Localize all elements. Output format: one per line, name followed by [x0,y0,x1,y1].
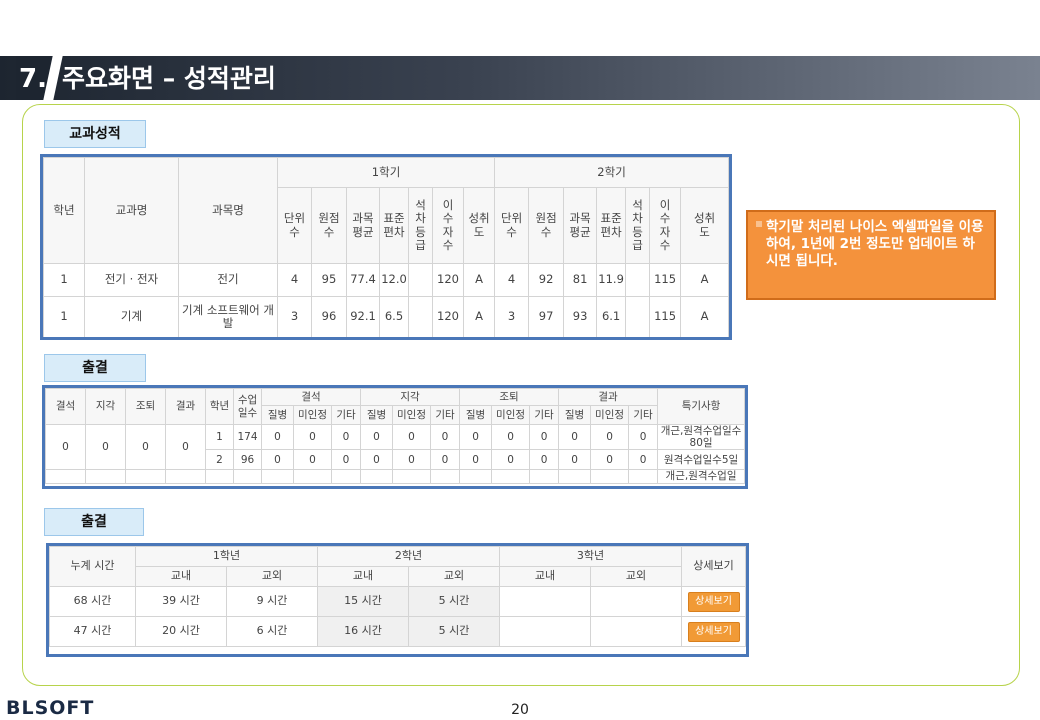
sub-header: 단위 수 [494,187,530,264]
sub-header: 석 차 등 급 [625,187,651,264]
sub-header: 성취 도 [680,187,729,264]
section-label-attendance-2: 출결 [44,508,144,536]
volunteer-hours-table: 누계 시간 1학년 2학년 3학년 상세보기 교내 교외 교내 교외 교내 교외 68… [49,546,746,647]
header-semester-1: 1학기 [276,157,496,188]
detail-button[interactable]: 상세보기 [687,621,740,642]
sub-header: 원점 수 [528,187,565,264]
table-row: 1 기계 기계 소프트웨어 개발 3 96 92.1 6.5 120 A 3 9… [43,296,729,337]
info-note: 학기말 처리된 나이스 엑셀파일을 이용하여, 1년에 2번 정도만 업데이트 … [746,210,996,300]
sub-header: 표준 편차 [596,187,627,264]
sub-header: 원점 수 [311,187,347,264]
table-row: 1 전기 · 전자 전기 4 95 77.4 12.0 120 A 4 92 8… [43,263,729,297]
table-row: 0 0 0 0 1 174 000 000 000 000 개근,원격수업일수8… [45,423,745,471]
sub-header: 과목 평균 [346,187,380,264]
page-title: 주요화면 – 성적관리 [62,64,276,93]
bullet-icon [756,221,762,227]
info-note-text: 학기말 처리된 나이스 엑셀파일을 이용하여, 1년에 2번 정도만 업데이트 … [766,219,984,269]
sub-header: 단위 수 [277,187,312,264]
sub-header: 이 수 자 수 [432,187,464,264]
table-row: 개근,원격수업일 [45,469,745,485]
detail-button[interactable]: 상세보기 [687,591,740,612]
table-row: 68 시간 39 시간 9 시간 15 시간 5 시간 상세보기 [49,586,746,617]
sub-header: 표준 편차 [379,187,409,264]
company-logo: BLSOFT [6,697,95,719]
volunteer-panel: 누계 시간 1학년 2학년 3학년 상세보기 교내 교외 교내 교외 교내 교외 68… [46,543,749,657]
grades-panel: 학년 교과명 과목명 1학기 2학기 단위 수 원점 수 과목 평균 표준 편차… [40,154,732,340]
grades-table: 학년 교과명 과목명 1학기 2학기 단위 수 원점 수 과목 평균 표준 편차… [43,157,729,337]
section-label-grades: 교과성적 [44,120,146,148]
header-subject-group: 교과명 [84,157,179,264]
section-label-attendance: 출결 [44,354,146,382]
title-bar: 7. 주요화면 – 성적관리 [0,56,1040,100]
sub-header: 이 수 자 수 [649,187,682,264]
attendance-table: 결석 지각 조퇴 결과 학년 수업 일수 결석 지각 조퇴 결과 특기사항 질병… [45,388,745,485]
table-row: 47 시간 20 시간 6 시간 16 시간 5 시간 상세보기 [49,616,746,647]
header-semester-2: 2학기 [494,157,729,188]
attendance-panel: 결석 지각 조퇴 결과 학년 수업 일수 결석 지각 조퇴 결과 특기사항 질병… [42,385,748,489]
sub-header: 과목 평균 [563,187,598,264]
header-grade: 학년 [43,157,85,264]
page-number: 20 [511,702,529,718]
sub-header: 성취 도 [462,187,496,264]
header-subject: 과목명 [178,157,278,264]
sub-header: 석 차 등 급 [408,187,433,264]
